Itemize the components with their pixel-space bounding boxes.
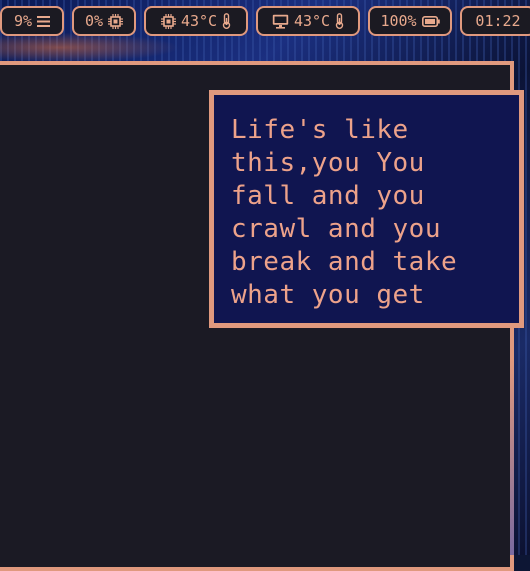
battery-level: 100% [380,12,417,30]
clock-widget[interactable]: 01:22 [460,6,530,36]
monitor-icon [272,14,289,29]
cpu-usage-widget[interactable]: 0% [72,6,136,36]
notification-line: fall and you [231,181,425,211]
thermometer-icon [222,13,231,29]
notification-line: what you get [231,280,425,310]
cpu-chip-icon [108,13,124,29]
notification-line: crawl and you [231,214,441,244]
cpu-chip-icon [160,13,176,29]
window-border-gradient [510,360,514,555]
memory-usage: 9% [13,12,33,30]
battery-widget[interactable]: 100% [368,6,452,36]
thermometer-icon [335,13,344,29]
cpu-temp-widget[interactable]: 43°C [144,6,248,36]
clock-time: 01:22 [475,12,521,30]
memory-widget[interactable]: 9% [0,6,64,36]
gpu-temperature: 43°C [293,12,331,30]
status-bar: 9% 0% 43°C 43°C 100% 01:22 [0,0,530,44]
notification-popup[interactable]: Life's like this,you You fall and you cr… [209,90,524,328]
notification-text: Life's like this,you You fall and you cr… [231,114,519,312]
battery-icon [421,15,440,27]
notification-line: Life's like [231,115,409,145]
notification-line: this,you You [231,148,425,178]
menu-icon [37,15,51,27]
gpu-temp-widget[interactable]: 43°C [256,6,360,36]
cpu-usage: 0% [84,12,104,30]
cpu-temperature: 43°C [180,12,218,30]
notification-line: break and take [231,247,458,277]
